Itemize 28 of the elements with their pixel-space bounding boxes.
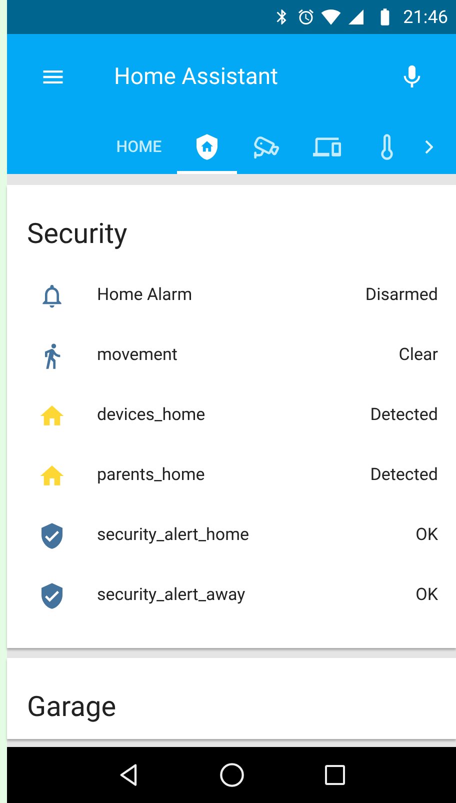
alarm-clock-icon [297, 8, 316, 26]
entity-name: Home Alarm [97, 284, 194, 308]
entity-name: security_alert_home [97, 524, 250, 548]
clock: 21:46 [403, 6, 448, 30]
entity-state: OK [416, 584, 438, 608]
entity-state: Detected [370, 464, 438, 488]
entity-row[interactable]: parents_home Detected [7, 446, 456, 506]
entity-row[interactable]: Home Alarm Disarmed [7, 266, 456, 326]
entity-row[interactable]: security_alert_home OK [7, 506, 456, 566]
app-title: Home Assistant [114, 62, 280, 92]
entity-name: parents_home [97, 464, 206, 488]
entity-state: Clear [398, 344, 438, 368]
chevron-right-icon [425, 140, 433, 154]
home-icon[interactable] [219, 762, 246, 788]
card-title: Security [26, 216, 128, 252]
entity-name: movement [97, 344, 178, 368]
signal-icon [347, 8, 366, 26]
recents-icon[interactable] [323, 763, 348, 787]
entity-state: Disarmed [365, 284, 438, 308]
entity-row[interactable]: security_alert_away OK [7, 566, 456, 626]
entity-name: security_alert_away [97, 584, 246, 608]
entity-row[interactable]: devices_home Detected [7, 386, 456, 446]
entity-name: devices_home [97, 404, 206, 428]
entity-state: OK [416, 524, 438, 548]
wifi-icon [321, 7, 342, 27]
entity-row[interactable]: movement Clear [7, 326, 456, 386]
entity-state: Detected [370, 404, 438, 428]
card-title: Garage [26, 689, 118, 725]
